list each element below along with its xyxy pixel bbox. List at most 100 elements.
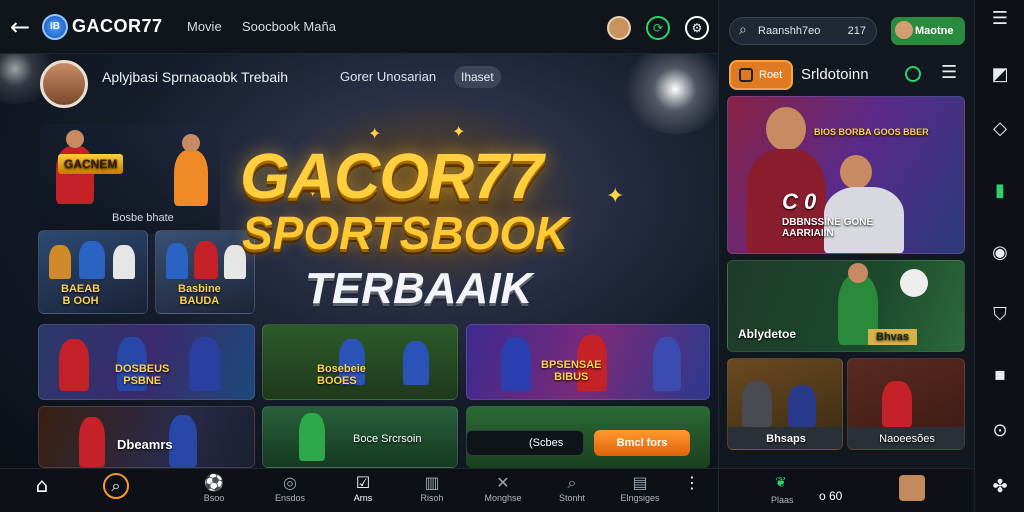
- tab-active[interactable]: Roet: [729, 60, 793, 90]
- caption-text: Bosbe bhate: [112, 212, 174, 224]
- filter-button[interactable]: (Scbes: [466, 430, 584, 456]
- headline-brand: GACOR77: [240, 140, 543, 212]
- card-label: Basbine BAUDA: [178, 283, 221, 307]
- box-icon: [739, 68, 753, 82]
- bookmark-icon[interactable]: ◩: [987, 62, 1013, 88]
- player-figure: [59, 339, 89, 391]
- player-figure: [174, 150, 208, 206]
- trophy-icon[interactable]: ▮: [987, 178, 1013, 204]
- search-icon: ⌕: [567, 473, 577, 492]
- hero-chip[interactable]: Ihaset: [454, 66, 501, 88]
- leaf-icon[interactable]: ❦: [775, 475, 787, 491]
- game-card[interactable]: DOSBEUS PSBNE: [38, 324, 255, 400]
- player-figure: [653, 337, 681, 391]
- game-card[interactable]: Basbine BAUDA: [155, 230, 255, 314]
- card-label: BIOS BORBA GOOS BBER: [814, 127, 929, 137]
- check-icon: ☑: [355, 473, 371, 492]
- nav-tools[interactable]: ✕ Monghse: [473, 473, 533, 503]
- avatar[interactable]: [899, 475, 925, 501]
- promo-card[interactable]: BIOS BORBA GOOS BBER C 0 DBBNSSINE GONE …: [727, 96, 965, 254]
- player-head: [848, 263, 868, 283]
- refresh-icon[interactable]: ⟳: [646, 16, 670, 40]
- game-card[interactable]: BAEAB B OOH: [38, 230, 148, 314]
- chart-icon: ▥: [424, 473, 440, 492]
- nav-movie[interactable]: Movie: [187, 19, 222, 34]
- tools-icon: ✕: [496, 473, 510, 492]
- card-badge: Bhvas: [868, 329, 918, 345]
- avatar[interactable]: [40, 60, 88, 108]
- home-icon: ⌂: [35, 473, 49, 497]
- settings-icon[interactable]: ⚙: [685, 16, 709, 40]
- card-label: BAEAB B OOH: [61, 283, 101, 307]
- promo-card[interactable]: Ablydetoe Bhvas: [727, 260, 965, 352]
- hero-tab[interactable]: Gorer Unosarian: [340, 69, 436, 84]
- game-card[interactable]: BPSENSAE BIBUS: [466, 324, 710, 400]
- bottom-nav: ⌂ ⌕ ⚽ Bsoo ◎ Ensdos ☑ Arns ▥ Risoh ✕ Monghse …: [0, 468, 718, 512]
- shield-icon[interactable]: ⛉: [987, 302, 1013, 328]
- player-figure: [189, 337, 221, 391]
- player-head: [182, 134, 200, 152]
- right-panel: ⌕ Raanshh7eo 217 Maotne Roet Srldotoinn …: [718, 0, 975, 512]
- promo-card[interactable]: Naoeesões: [847, 358, 965, 450]
- logo-text: GACOR77: [72, 16, 163, 36]
- avatar-icon[interactable]: [607, 16, 631, 40]
- headline-terbaik: TERBAAIK: [305, 264, 533, 313]
- arrow-left-icon[interactable]: ←: [10, 14, 36, 40]
- nav-globe[interactable]: ◎ Ensdos: [260, 473, 320, 503]
- search-input[interactable]: ⌕ Raanshh7eo 217: [729, 17, 877, 45]
- nav-search-2[interactable]: ⌕ Stonht: [542, 473, 602, 503]
- ball-icon: [900, 269, 928, 297]
- player-figure: [169, 415, 197, 467]
- card-sub: C 0: [782, 189, 817, 214]
- player-figure: [882, 381, 912, 427]
- more-icon: ⋮: [684, 473, 700, 492]
- nav-sportsbook[interactable]: Soocbook Maña: [242, 19, 336, 34]
- menu-icon[interactable]: ☰: [987, 6, 1013, 32]
- square-icon[interactable]: ▪: [987, 362, 1013, 388]
- top-bar: ← IB GACOR77 Movie Soocbook Maña ⟳ ⚙: [0, 0, 718, 54]
- player-figure: [79, 417, 105, 467]
- panel-title: Srldotoinn: [801, 66, 869, 83]
- nav-home[interactable]: ⌂: [12, 473, 72, 497]
- player-head: [66, 130, 84, 148]
- bet-button[interactable]: Bmcl fors: [594, 430, 690, 456]
- game-card[interactable]: Dbeamrs: [38, 406, 255, 468]
- player-figure: [788, 385, 816, 427]
- search-text: Raanshh7eo: [758, 25, 821, 37]
- clock-icon[interactable]: ⊙: [987, 418, 1013, 444]
- nav-check[interactable]: ☑ Arns: [333, 473, 393, 503]
- bottom-label: Plaas: [771, 495, 794, 505]
- globe-icon: ◎: [283, 473, 297, 492]
- nav-chart[interactable]: ▥ Risoh: [402, 473, 462, 503]
- game-card[interactable]: Bosebeie BOOES: [262, 324, 458, 400]
- player-figure: [49, 245, 71, 279]
- game-card[interactable]: Boce Srcrsoin: [262, 406, 458, 468]
- card-label: Dbeamrs: [117, 437, 173, 452]
- search-count: 217: [847, 25, 866, 37]
- location-icon[interactable]: ◉: [987, 240, 1013, 266]
- headline-sportsbook: SPORTSBOOK: [242, 207, 569, 259]
- member-label: Maotne: [915, 25, 954, 37]
- nav-ticket[interactable]: ▤ Elngsiges: [610, 473, 670, 503]
- stadium-light: [620, 54, 718, 134]
- player-head: [840, 155, 872, 189]
- player-figure: [194, 241, 218, 279]
- list-icon[interactable]: ☰: [941, 62, 957, 83]
- hero-title: Aplyjbasi Sprnaoaobk Trebaih: [102, 69, 289, 85]
- ball-icon: ⚽: [204, 473, 224, 492]
- nav-ball[interactable]: ⚽ Bsoo: [184, 473, 244, 503]
- card-caption: DBBNSSINE GONE AARRIAIIN: [782, 217, 874, 239]
- nav-more[interactable]: ⋮: [672, 473, 712, 493]
- player-figure: [403, 341, 429, 385]
- hero-banner: Aplyjbasi Sprnaoaobk Trebaih Gorer Unosa…: [0, 54, 718, 468]
- member-button[interactable]: Maotne: [891, 17, 965, 45]
- card-label: Bosebeie BOOES: [317, 363, 366, 387]
- tag-icon[interactable]: ◇: [987, 116, 1013, 142]
- card-label: Bhsaps: [728, 427, 842, 449]
- promo-card[interactable]: Bhsaps: [727, 358, 843, 450]
- card-label: DOSBEUS PSBNE: [115, 363, 170, 387]
- share-icon[interactable]: ✤: [987, 474, 1013, 500]
- tab-label: Roet: [759, 69, 783, 81]
- nav-search[interactable]: ⌕: [86, 473, 146, 499]
- status-icon[interactable]: [905, 66, 921, 82]
